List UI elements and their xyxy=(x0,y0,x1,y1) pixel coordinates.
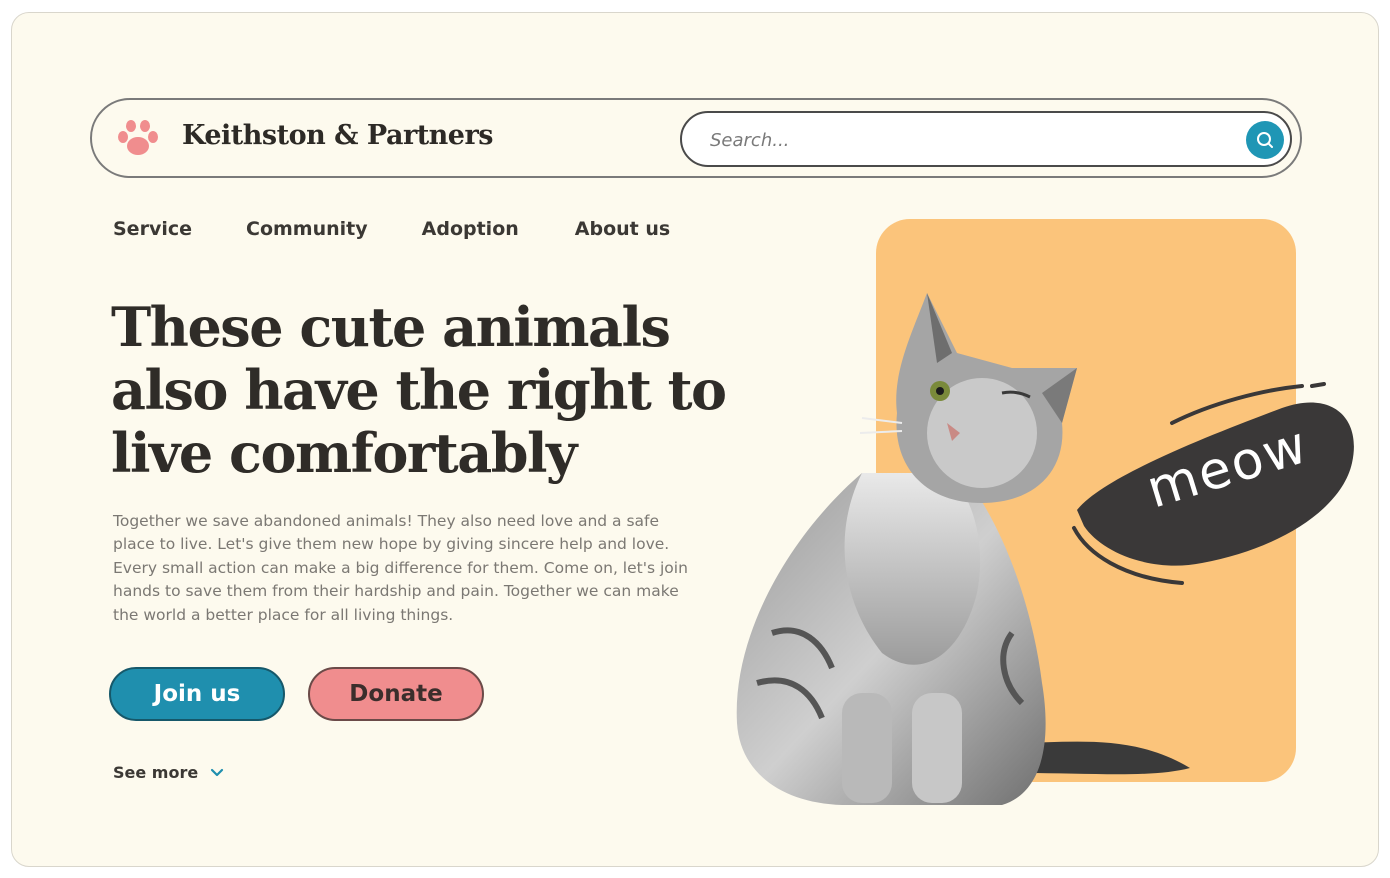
header-bar: Keithston & Partners xyxy=(90,98,1302,178)
donate-button[interactable]: Donate xyxy=(308,667,484,721)
main-nav: Service Community Adoption About us xyxy=(113,218,670,240)
nav-item-community[interactable]: Community xyxy=(246,218,368,240)
join-us-button[interactable]: Join us xyxy=(109,667,285,721)
page-frame: Keithston & Partners Service Community A… xyxy=(11,12,1379,867)
search-input[interactable] xyxy=(710,125,1210,155)
search-box xyxy=(680,111,1292,167)
hero-headline: These cute animals also have the right t… xyxy=(111,295,727,485)
paw-icon xyxy=(118,120,158,155)
brand-name[interactable]: Keithston & Partners xyxy=(182,120,493,151)
see-more-link[interactable]: See more xyxy=(113,763,224,782)
nav-item-adoption[interactable]: Adoption xyxy=(422,218,519,240)
search-button[interactable] xyxy=(1246,121,1284,159)
nav-item-about-us[interactable]: About us xyxy=(575,218,670,240)
see-more-label: See more xyxy=(113,763,199,782)
chevron-down-icon xyxy=(211,768,224,776)
search-icon xyxy=(1257,132,1273,148)
hero-description: Together we save abandoned animals! They… xyxy=(113,512,688,624)
nav-item-service[interactable]: Service xyxy=(113,218,192,240)
